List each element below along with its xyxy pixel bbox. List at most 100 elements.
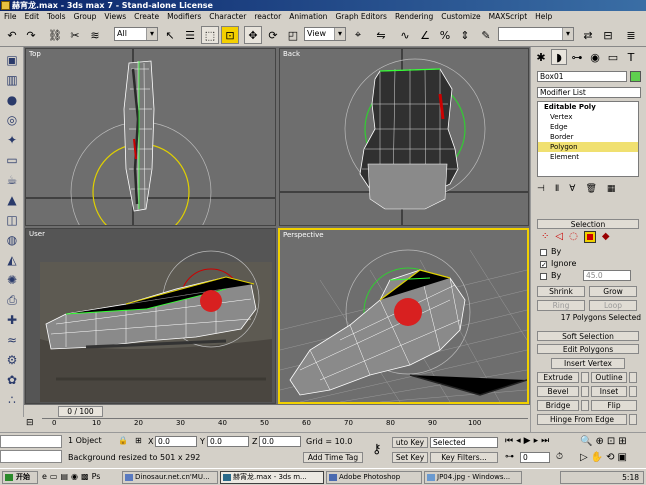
layer-manager-icon[interactable]: ≣ <box>622 26 640 44</box>
create-tube-icon[interactable]: ◫ <box>3 211 21 229</box>
create-spacewarp-icon[interactable]: ≈ <box>3 331 21 349</box>
create-helper-icon[interactable]: ✚ <box>3 311 21 329</box>
redo-icon[interactable]: ↷ <box>22 26 40 44</box>
bridge-settings-icon[interactable] <box>581 400 589 411</box>
selection-filter-dropdown[interactable]: All <box>114 27 158 41</box>
z-coordinate-field[interactable]: 0.0 <box>259 436 301 447</box>
bridge-button[interactable]: Bridge <box>537 400 579 411</box>
arc-rotate-icon[interactable]: ⟲ <box>606 452 614 463</box>
bevel-settings-icon[interactable] <box>581 386 589 397</box>
select-scale-icon[interactable]: ◰ <box>284 26 302 44</box>
polygon-mode-icon[interactable] <box>583 231 596 243</box>
select-by-name-icon[interactable]: ☰ <box>181 26 199 44</box>
viewport-top[interactable]: Top <box>25 48 276 226</box>
mirror-icon[interactable]: ⇋ <box>372 26 390 44</box>
inset-settings-icon[interactable] <box>629 386 637 397</box>
maximize-toggle-icon[interactable]: ▣ <box>618 452 627 463</box>
create-shape-icon[interactable]: ✿ <box>3 371 21 389</box>
create-box-icon[interactable]: ▣ <box>3 51 21 69</box>
outline-button[interactable]: Outline <box>591 372 627 383</box>
auto-key-button[interactable]: uto Key <box>392 437 428 448</box>
media-icon[interactable]: ◉ <box>71 472 78 483</box>
key-mode-dropdown[interactable]: Selected <box>430 437 498 448</box>
percent-snap-icon[interactable]: % <box>436 26 454 44</box>
vertex-mode-icon[interactable]: ⁘ <box>541 231 549 243</box>
zoom-extents-all-icon[interactable]: ⊞ <box>618 436 626 447</box>
edit-polygons-rollout-header[interactable]: Edit Polygons <box>537 344 639 354</box>
next-frame-icon[interactable]: ▸ <box>534 436 539 446</box>
create-geosphere-icon[interactable]: ◍ <box>3 231 21 249</box>
insert-vertex-button[interactable]: Insert Vertex <box>551 358 625 369</box>
menu-edit[interactable]: Edit <box>21 11 44 23</box>
select-object-icon[interactable]: ↖ <box>161 26 179 44</box>
ignore-backfacing-checkbox[interactable]: ✓ <box>540 261 547 269</box>
menu-group[interactable]: Group <box>70 11 101 23</box>
menu-customize[interactable]: Customize <box>437 11 484 23</box>
mirror-tool-icon[interactable]: ⇄ <box>579 26 597 44</box>
window-crossing-icon[interactable]: ⊡ <box>221 26 239 44</box>
folder-icon[interactable]: ▤ <box>60 472 68 483</box>
hinge-from-edge-button[interactable]: Hinge From Edge <box>537 414 627 425</box>
snap-toggle-icon[interactable]: ∿ <box>396 26 414 44</box>
soft-selection-rollout-header[interactable]: Soft Selection <box>537 331 639 341</box>
track-bar-icon[interactable]: ⊟ <box>26 418 38 430</box>
align-icon[interactable]: ⊟ <box>599 26 617 44</box>
set-key-button[interactable]: Set Key <box>392 452 428 463</box>
menu-create[interactable]: Create <box>130 11 163 23</box>
create-star-icon[interactable]: ✦ <box>3 131 21 149</box>
by-vertex-checkbox[interactable] <box>540 249 547 256</box>
modifier-list-dropdown[interactable]: Modifier List <box>537 87 641 98</box>
task-dinosaur-site[interactable]: Dinosaur.net.cn'MU... <box>122 471 218 484</box>
stack-item-polygon[interactable]: Polygon <box>538 142 638 152</box>
task-photoshop[interactable]: Adobe Photoshop <box>326 471 422 484</box>
create-cone-icon[interactable]: ▲ <box>3 191 21 209</box>
create-cylinder-icon[interactable]: ▥ <box>3 71 21 89</box>
menu-animation[interactable]: Animation <box>285 11 331 23</box>
viewport-perspective[interactable]: Perspective <box>278 228 529 404</box>
lock-selection-icon[interactable]: 🔒 <box>118 436 128 445</box>
bevel-button[interactable]: Bevel <box>537 386 579 397</box>
flip-button[interactable]: Flip <box>591 400 637 411</box>
undo-icon[interactable]: ↶ <box>3 26 21 44</box>
create-system-icon[interactable]: ⚙ <box>3 351 21 369</box>
menu-tools[interactable]: Tools <box>43 11 69 23</box>
make-unique-icon[interactable]: ∀ <box>569 184 575 196</box>
border-mode-icon[interactable]: ◌ <box>569 231 578 243</box>
create-camera-icon[interactable]: ⎙ <box>3 291 21 309</box>
key-mode-toggle-icon[interactable]: ⊶ <box>505 452 514 462</box>
outline-settings-icon[interactable] <box>629 372 637 383</box>
pin-stack-icon[interactable]: ⊣ <box>537 184 545 196</box>
key-filters-button[interactable]: Key Filters... <box>430 452 498 463</box>
create-particle-icon[interactable]: ∴ <box>3 391 21 409</box>
create-teapot-icon[interactable]: ☕ <box>3 171 21 189</box>
y-coordinate-field[interactable]: 0.0 <box>207 436 249 447</box>
show-end-result-icon[interactable]: Ⅱ <box>555 184 559 196</box>
remove-modifier-icon[interactable]: 🗑 <box>585 184 596 196</box>
configure-sets-icon[interactable]: ▦ <box>607 184 616 196</box>
select-move-icon[interactable]: ✥ <box>244 26 262 44</box>
bind-spacewarp-icon[interactable]: ≋ <box>86 26 104 44</box>
create-tab-icon[interactable]: ✱ <box>533 49 549 65</box>
motion-tab-icon[interactable]: ◉ <box>587 49 603 65</box>
menu-reactor[interactable]: reactor <box>250 11 285 23</box>
start-button[interactable]: 开始 <box>2 471 38 484</box>
track-bar[interactable]: 0 10 20 30 40 50 60 70 80 90 100 <box>42 418 528 429</box>
extrude-button[interactable]: Extrude <box>537 372 579 383</box>
menu-character[interactable]: Character <box>205 11 250 23</box>
menu-rendering[interactable]: Rendering <box>391 11 437 23</box>
play-icon[interactable]: ▶ <box>524 436 531 446</box>
current-frame-field[interactable]: 0 <box>520 452 550 463</box>
zoom-extents-icon[interactable]: ⊡ <box>607 436 615 447</box>
ring-button[interactable]: Ring <box>537 300 585 311</box>
pivot-center-icon[interactable]: ⌖ <box>349 26 367 44</box>
time-config-icon[interactable]: ⏱ <box>556 452 563 462</box>
desktop-icon[interactable]: ▭ <box>50 472 58 483</box>
add-time-tag-button[interactable]: Add Time Tag <box>303 452 363 463</box>
by-angle-checkbox[interactable] <box>540 273 547 280</box>
stack-item-vertex[interactable]: Vertex <box>538 112 638 122</box>
grow-button[interactable]: Grow <box>589 286 637 297</box>
x-coordinate-field[interactable]: 0.0 <box>155 436 197 447</box>
create-torus-icon[interactable]: ◎ <box>3 111 21 129</box>
extrude-settings-icon[interactable] <box>581 372 589 383</box>
zoom-all-icon[interactable]: ⊕ <box>595 436 603 447</box>
